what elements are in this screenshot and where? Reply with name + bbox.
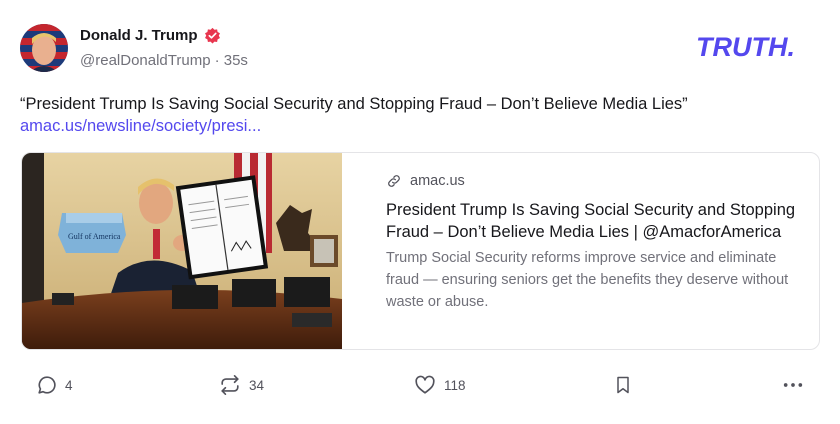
author-handle[interactable]: @realDonaldTrump	[80, 52, 211, 69]
like-count: 118	[444, 377, 466, 393]
post-text: “President Trump Is Saving Social Securi…	[20, 95, 688, 113]
more-options-button[interactable]	[781, 370, 805, 400]
bookmark-icon	[613, 374, 633, 396]
truth-logo-text: TRUTH.	[696, 34, 795, 60]
verified-badge-icon	[204, 27, 221, 44]
retruth-button[interactable]: 34	[218, 370, 264, 400]
reply-count: 4	[65, 377, 73, 393]
reply-icon	[36, 374, 58, 396]
bookmark-button[interactable]	[613, 370, 633, 400]
card-body: amac.us President Trump Is Saving Social…	[386, 169, 796, 313]
card-domain: amac.us	[410, 173, 465, 189]
author-name-row: Donald J. Trump	[80, 24, 221, 46]
more-icon	[781, 374, 805, 396]
link-preview-card[interactable]: Gulf of America amac.us President Trump …	[21, 152, 820, 350]
handle-row: @realDonaldTrump · 35s	[80, 52, 248, 69]
post-action-bar: 4 34 118	[0, 370, 840, 400]
post-timestamp[interactable]: · 35s	[215, 52, 248, 69]
like-button[interactable]: 118	[413, 370, 466, 400]
author-name[interactable]: Donald J. Trump	[80, 27, 198, 44]
retruth-count: 34	[249, 377, 265, 393]
card-description: Trump Social Security reforms improve se…	[386, 250, 789, 310]
card-image-sign-text: Gulf of America	[68, 232, 121, 241]
retruth-icon	[218, 374, 242, 396]
link-icon	[386, 173, 402, 189]
reply-button[interactable]: 4	[36, 370, 73, 400]
avatar-image	[20, 24, 68, 72]
truth-logo-image: TRUTH.	[696, 32, 795, 62]
post-link[interactable]: amac.us/newsline/society/presi...	[20, 115, 261, 137]
avatar[interactable]	[20, 24, 68, 72]
card-domain-row: amac.us	[386, 169, 796, 193]
card-image: Gulf of America	[22, 153, 342, 349]
heart-icon	[413, 374, 437, 396]
card-title[interactable]: President Trump Is Saving Social Securit…	[386, 199, 796, 243]
truth-logo[interactable]: TRUTH.	[696, 32, 820, 62]
